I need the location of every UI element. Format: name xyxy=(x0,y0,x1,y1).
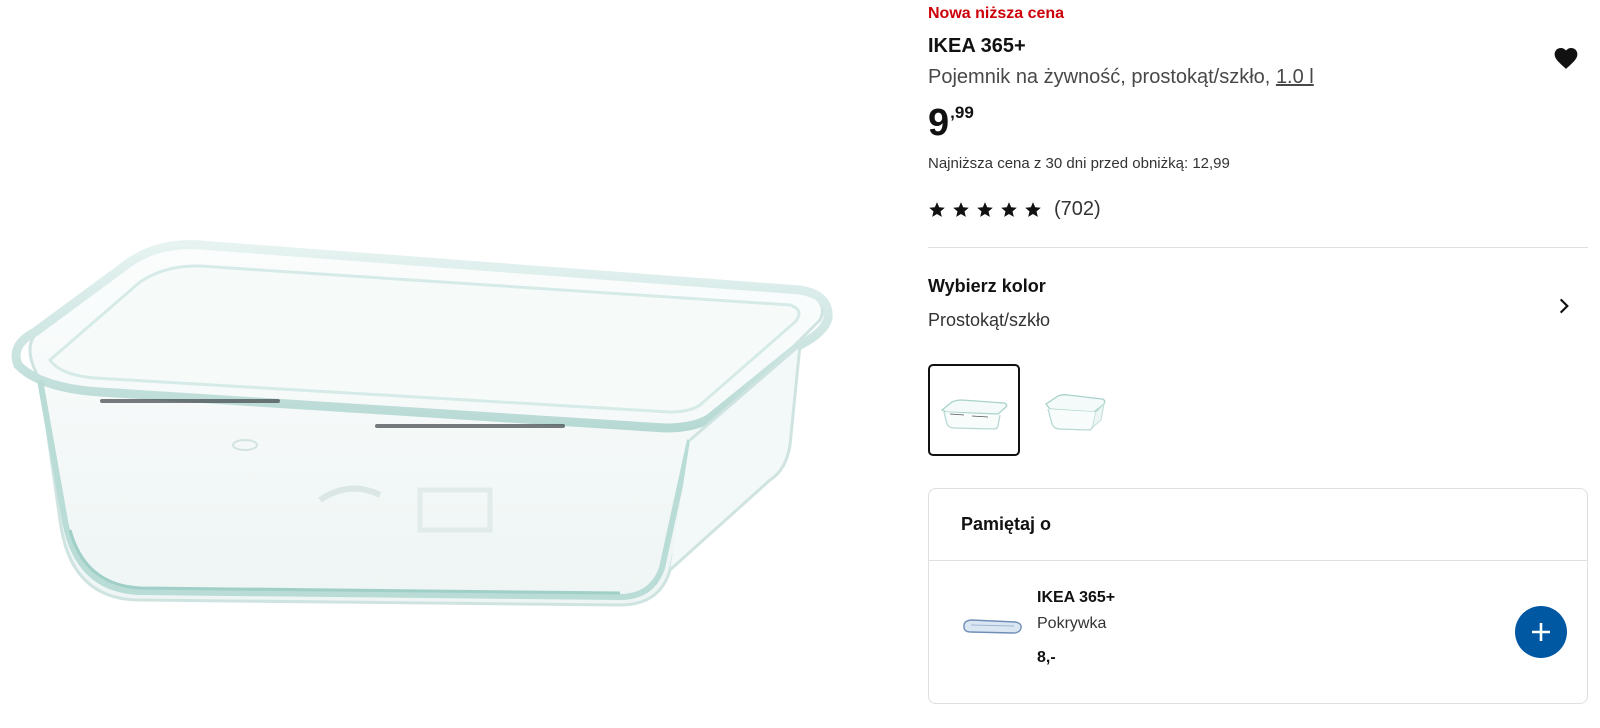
price-decimal: ,99 xyxy=(950,103,974,122)
color-selector-button[interactable]: Wybierz kolor Prostokąt/szkło xyxy=(928,268,1588,338)
product-description: Pojemnik na żywność, prostokąt/szkło, 1.… xyxy=(928,66,1314,89)
plus-icon xyxy=(1532,623,1550,641)
selected-color-value: Prostokąt/szkło xyxy=(928,310,1051,330)
swatch-square-glass[interactable] xyxy=(1030,364,1122,456)
price-badge: Nowa niższa cena xyxy=(928,5,1065,22)
remember-card-title: Pamiętaj o xyxy=(929,489,1587,561)
star-icon xyxy=(929,201,945,217)
rating-stars xyxy=(928,201,1042,219)
review-count: (702) xyxy=(1054,198,1101,220)
product-size-link[interactable]: 1.0 l xyxy=(1276,66,1314,88)
square-container-thumbnail xyxy=(1045,394,1106,431)
heart-icon xyxy=(1554,48,1578,69)
accessory-price: 8,- xyxy=(1037,649,1056,666)
accessory-item: IKEA 365+ Pokrywka 8,- xyxy=(929,561,1587,703)
star-icon xyxy=(1001,201,1017,217)
color-selector-title: Wybierz kolor xyxy=(928,276,1046,296)
favorite-button[interactable] xyxy=(1550,42,1582,74)
swatch-rectangle-glass[interactable] xyxy=(928,364,1020,456)
remember-card: Pamiętaj o IKEA 365+ Pokrywka 8,- xyxy=(928,488,1588,704)
product-name: IKEA 365+ xyxy=(928,35,1026,57)
chevron-right-icon xyxy=(1559,298,1569,314)
rectangle-container-thumbnail xyxy=(940,399,1008,430)
price-integer: 9 xyxy=(928,102,950,144)
rating-reviews-link[interactable]: (702) xyxy=(928,198,1101,221)
product-price: 9 ,99 xyxy=(928,100,974,146)
glass-container-illustration xyxy=(11,240,833,607)
star-icon xyxy=(977,201,993,217)
divider xyxy=(928,247,1588,248)
product-page: Nowa niższa cena IKEA 365+ Pojemnik na ż… xyxy=(0,0,1600,728)
star-icon xyxy=(1025,201,1041,217)
lid-thumbnail[interactable] xyxy=(959,605,1025,645)
accessory-name[interactable]: IKEA 365+ xyxy=(1037,589,1115,607)
product-image[interactable] xyxy=(0,0,880,728)
accessory-description: Pokrywka xyxy=(1037,615,1107,632)
product-info-panel: Nowa niższa cena IKEA 365+ Pojemnik na ż… xyxy=(928,0,1588,728)
lowest-price-note: Najniższa cena z 30 dni przed obniżką: 1… xyxy=(928,155,1230,172)
color-swatches xyxy=(928,364,1122,456)
star-icon xyxy=(953,201,969,217)
product-description-text: Pojemnik na żywność, prostokąt/szkło, xyxy=(928,66,1271,88)
add-accessory-button[interactable] xyxy=(1515,606,1567,658)
